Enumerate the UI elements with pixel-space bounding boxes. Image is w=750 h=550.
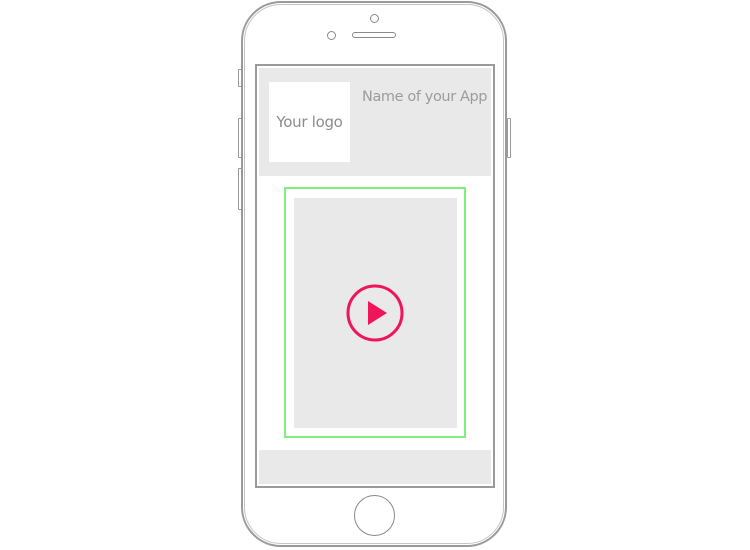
play-circle-icon[interactable] bbox=[346, 284, 404, 342]
volume-down-button bbox=[238, 168, 242, 210]
app-name: Name of your App bbox=[362, 89, 488, 105]
power-button bbox=[507, 118, 511, 158]
logo-label: Your logo bbox=[276, 113, 343, 131]
earpiece-speaker bbox=[352, 32, 396, 38]
volume-up-button bbox=[238, 118, 242, 158]
canvas: Your logo Name of your App bbox=[0, 0, 750, 550]
logo-placeholder: Your logo bbox=[269, 82, 350, 162]
mute-switch bbox=[238, 69, 242, 87]
app-footer bbox=[259, 450, 491, 484]
front-camera-icon bbox=[370, 14, 379, 23]
proximity-sensor-icon bbox=[327, 31, 336, 40]
home-button[interactable] bbox=[354, 495, 395, 536]
